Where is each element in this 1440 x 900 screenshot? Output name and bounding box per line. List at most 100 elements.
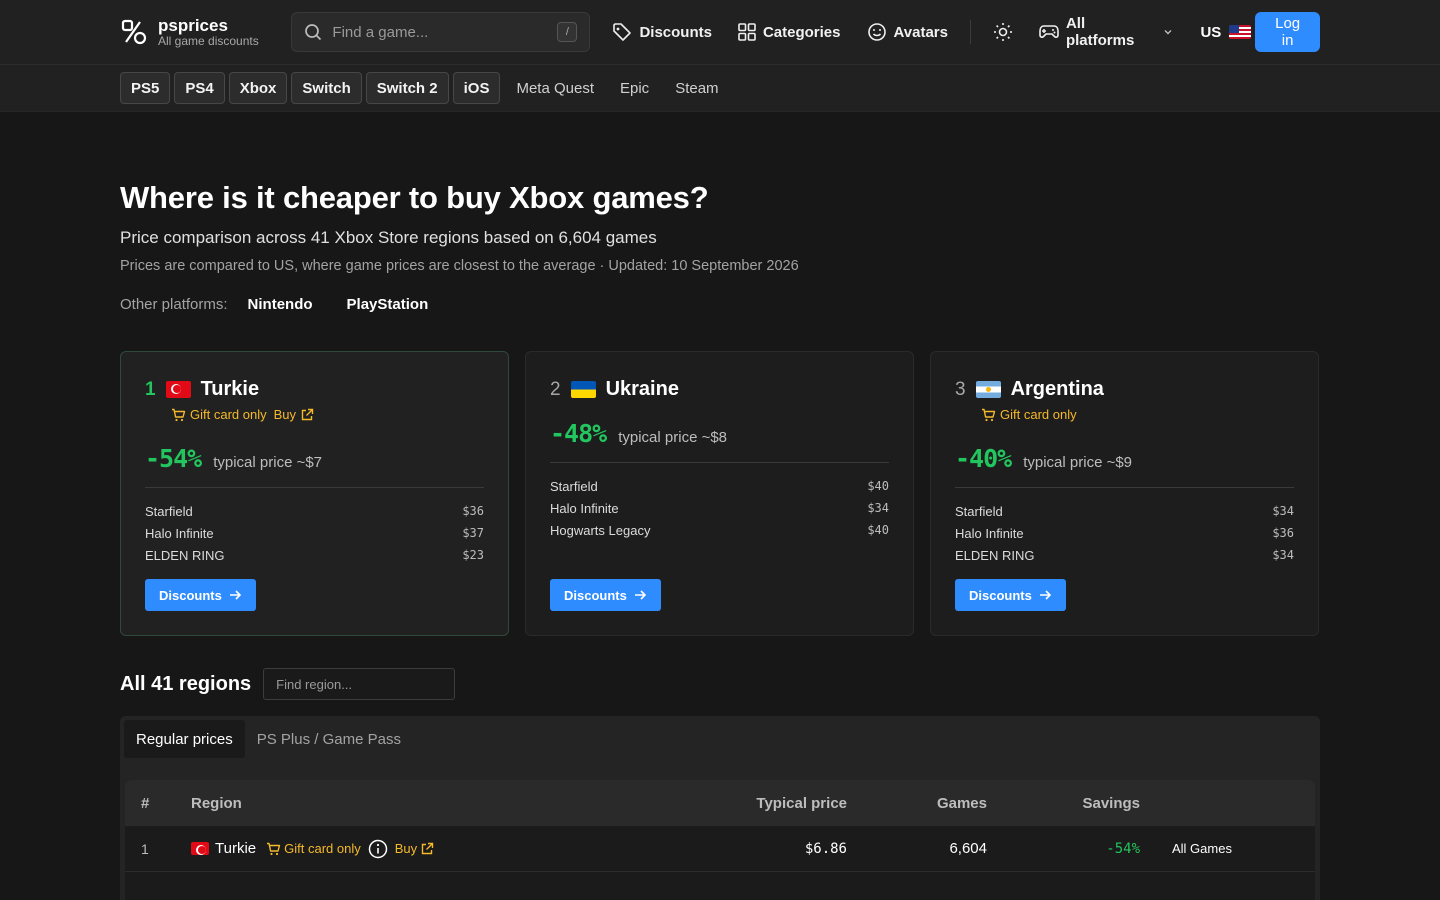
list-item[interactable]: Starfield $40: [550, 475, 889, 497]
external-link-icon[interactable]: [300, 408, 314, 422]
nav-categories[interactable]: Categories: [738, 23, 841, 41]
list-item[interactable]: Halo Infinite $34: [550, 497, 889, 519]
col-region[interactable]: Region: [191, 795, 647, 812]
external-link-icon[interactable]: [420, 842, 434, 856]
card-discounts-button[interactable]: Discounts: [955, 579, 1066, 611]
card-divider: [955, 487, 1294, 488]
tag-icon: [612, 22, 632, 42]
page-title: Where is it cheaper to buy Xbox games?: [120, 180, 709, 215]
grid-icon: [738, 23, 756, 41]
top-regions: 1 Turkie Gift card only Buy -54% typical…: [120, 351, 1320, 636]
row-games-count: 6,604: [949, 840, 987, 857]
list-item[interactable]: Halo Infinite $36: [955, 522, 1294, 544]
table-row[interactable]: 1 Turkie Gift card only Buy $6.86 6,604 …: [125, 826, 1315, 872]
ukraine-flag-icon: [570, 381, 596, 398]
logo[interactable]: psprices All game discounts: [120, 17, 291, 47]
card-discounts-button[interactable]: Discounts: [550, 579, 661, 611]
login-button[interactable]: Log in: [1255, 12, 1321, 52]
list-item[interactable]: Halo Infinite $37: [145, 522, 484, 544]
card-savings: -48%: [550, 419, 607, 448]
regions-panel: Regular prices PS Plus / Game Pass # Reg…: [120, 716, 1320, 900]
discounts-button-label: Discounts: [159, 587, 222, 603]
search-input[interactable]: [332, 23, 548, 41]
cart-icon: [266, 842, 281, 856]
platform-chip-switch2[interactable]: Switch 2: [365, 72, 449, 104]
list-item[interactable]: ELDEN RING $34: [955, 544, 1294, 566]
list-item[interactable]: Starfield $36: [145, 500, 484, 522]
col-games[interactable]: Games: [847, 795, 987, 812]
region-search-input[interactable]: [263, 668, 456, 700]
card-region-name[interactable]: Argentina: [1011, 378, 1104, 401]
platform-link-steam[interactable]: Steam: [665, 72, 728, 104]
card-rank: 2: [550, 378, 561, 400]
platform-link-meta-quest[interactable]: Meta Quest: [506, 72, 604, 104]
platform-select[interactable]: All platforms: [1039, 15, 1174, 49]
other-platform-nintendo[interactable]: Nintendo: [248, 296, 313, 313]
gift-card-label: Gift card only: [284, 841, 361, 856]
search-box[interactable]: /: [291, 12, 591, 52]
table-row[interactable]: [125, 872, 1315, 900]
card-discounts-button[interactable]: Discounts: [145, 579, 256, 611]
row-region-name[interactable]: Turkie: [215, 840, 256, 857]
smile-icon: [867, 22, 887, 42]
region-card-turkie: 1 Turkie Gift card only Buy -54% typical…: [120, 351, 509, 636]
platform-chip-ios[interactable]: iOS: [452, 72, 501, 104]
buy-gift-card-link[interactable]: Buy: [274, 407, 296, 422]
regions-tabs: Regular prices PS Plus / Game Pass: [124, 720, 1316, 758]
logo-name: psprices: [158, 16, 228, 35]
other-platform-playstation[interactable]: PlayStation: [347, 296, 429, 313]
gamepad-icon: [1039, 23, 1059, 41]
platform-tabs: PS5 PS4 Xbox Switch Switch 2 iOS Meta Qu…: [0, 65, 1440, 112]
platform-chip-xbox[interactable]: Xbox: [228, 72, 288, 104]
card-game-list: Starfield $34 Halo Infinite $36 ELDEN RING…: [955, 500, 1294, 566]
list-item[interactable]: ELDEN RING $23: [145, 544, 484, 566]
tab-ps-plus-game-pass[interactable]: PS Plus / Game Pass: [245, 720, 413, 758]
row-all-games-link[interactable]: All Games: [1140, 841, 1232, 856]
card-game-list: Starfield $36 Halo Infinite $37 ELDEN RING…: [145, 500, 484, 566]
card-savings: -54%: [145, 444, 202, 473]
region-card-ukraine: 2 Ukraine -48% typical price ~$8 Starfie…: [525, 351, 914, 636]
platform-chip-ps4[interactable]: PS4: [174, 72, 225, 104]
nav-discounts[interactable]: Discounts: [612, 22, 712, 42]
card-rank: 3: [955, 378, 966, 400]
col-rank[interactable]: #: [125, 795, 191, 812]
card-region-name[interactable]: Turkie: [201, 378, 260, 401]
arrow-right-icon: [228, 588, 242, 602]
card-divider: [550, 462, 889, 463]
top-bar: psprices All game discounts / Discounts …: [0, 0, 1440, 65]
row-region: Turkie Gift card only Buy: [191, 839, 647, 859]
search-icon: [304, 23, 322, 41]
platform-chip-switch[interactable]: Switch: [291, 72, 362, 104]
platform-link-epic[interactable]: Epic: [610, 72, 659, 104]
col-typical-price[interactable]: Typical price: [647, 795, 847, 812]
nav-divider: [969, 20, 971, 44]
card-savings: -40%: [955, 444, 1012, 473]
info-icon[interactable]: [368, 839, 388, 859]
argentina-flag-icon: [975, 381, 1001, 398]
card-typical-price: typical price ~$7: [213, 454, 323, 471]
gift-card-label: Gift card only: [1000, 407, 1077, 422]
buy-gift-card-link[interactable]: Buy: [395, 841, 417, 856]
main-content: Where is it cheaper to buy Xbox games? P…: [0, 112, 1440, 900]
regions-title: All 41 regions: [120, 672, 252, 695]
country-select[interactable]: US: [1200, 24, 1252, 41]
col-savings[interactable]: Savings: [987, 795, 1140, 812]
search-shortcut: /: [557, 22, 578, 42]
discounts-button-label: Discounts: [969, 587, 1032, 603]
arrow-right-icon: [633, 588, 647, 602]
card-rank: 1: [145, 378, 156, 400]
nav-discounts-label: Discounts: [639, 23, 712, 41]
row-typical-price: $6.86: [804, 840, 847, 857]
card-region-name[interactable]: Ukraine: [606, 378, 679, 401]
tab-regular-prices[interactable]: Regular prices: [124, 720, 245, 758]
card-divider: [145, 487, 484, 488]
card-typical-price: typical price ~$8: [618, 429, 728, 446]
card-game-list: Starfield $40 Halo Infinite $34 Hogwarts L…: [550, 475, 889, 541]
list-item[interactable]: Hogwarts Legacy $40: [550, 519, 889, 541]
list-item[interactable]: Starfield $34: [955, 500, 1294, 522]
platform-chip-ps5[interactable]: PS5: [120, 72, 171, 104]
nav-avatars[interactable]: Avatars: [867, 22, 948, 42]
theme-toggle-sun-icon[interactable]: [993, 22, 1013, 42]
turkey-flag-icon: [191, 842, 209, 855]
gift-card-note: Gift card only Buy: [266, 839, 434, 859]
